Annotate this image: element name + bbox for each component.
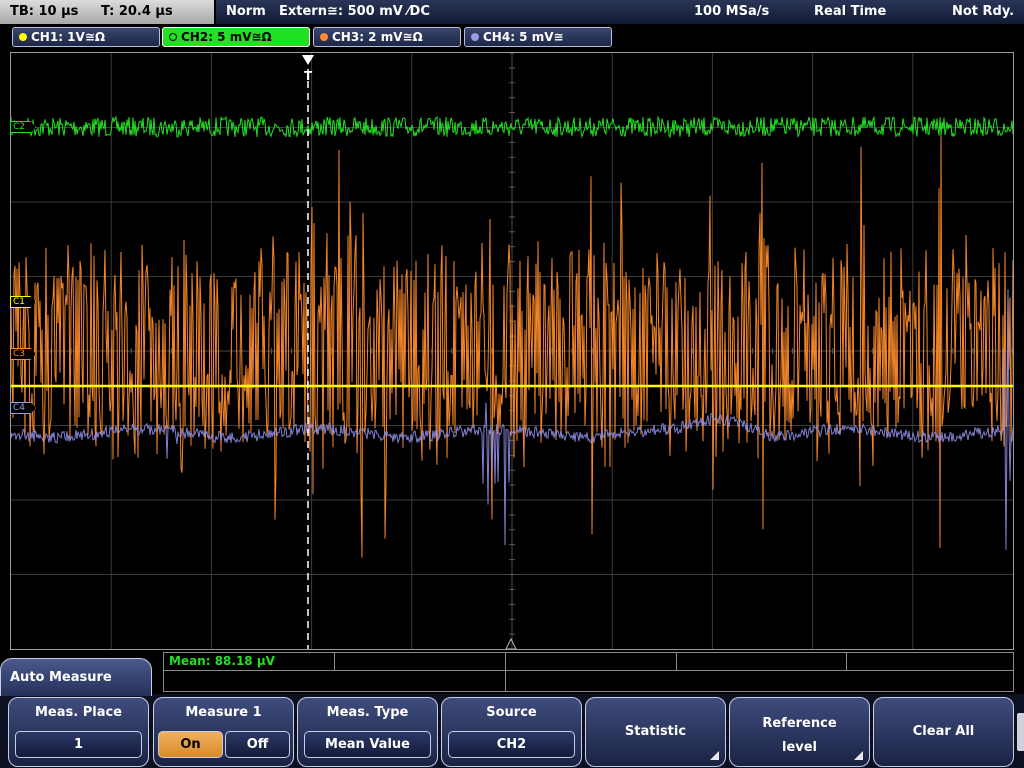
tab-ch1[interactable]: CH1: 1V≅Ω <box>12 27 160 47</box>
tab-ch3[interactable]: CH3: 2 mV≅Ω <box>313 27 461 47</box>
waveform-display[interactable]: T C2 C1 C3 C4 <box>10 52 1014 650</box>
ch1-label: CH1: 1V≅Ω <box>31 30 106 44</box>
divider <box>846 653 847 671</box>
trigger-setting-label[interactable]: Extern≅: 500 mV ⁄DC <box>279 0 430 24</box>
top-status-bar: TB: 10 µs T: 20.4 µs Norm Extern≅: 500 m… <box>0 0 1024 24</box>
measurement-results: Mean: 88.18 µV <box>163 652 1014 692</box>
ch4-label: CH4: 5 mV≅ <box>483 30 564 44</box>
measure1-off-button[interactable]: Off <box>225 731 290 758</box>
reference-level-line1: Reference <box>762 716 837 731</box>
ch2-label: CH2: 5 mV≅Ω <box>181 30 272 44</box>
acquisition-status-strip: Norm Extern≅: 500 mV ⁄DC 100 MSa/s Real … <box>216 0 1024 24</box>
submenu-corner-icon <box>710 751 719 760</box>
realtime-label: Real Time <box>814 4 887 19</box>
measurement-row: Mean: 88.18 µV <box>164 653 1013 671</box>
trigger-t-icon: T <box>304 69 313 83</box>
meas-place-title: Meas. Place <box>34 705 122 720</box>
measure1-softkey[interactable]: Measure 1 On Off <box>153 697 294 767</box>
meas-place-value[interactable]: 1 <box>15 731 142 758</box>
reference-level-line2: level <box>781 740 818 755</box>
meas-place-softkey[interactable]: Meas. Place 1 <box>8 697 149 767</box>
menu-scroll-handle[interactable] <box>1017 713 1024 751</box>
sample-rate-label: 100 MSa/s <box>694 4 770 19</box>
menu-title: Auto Measure <box>0 658 152 696</box>
measure1-on-button[interactable]: On <box>158 731 223 758</box>
waveform-canvas[interactable]: T <box>11 53 1013 649</box>
ch3-label: CH3: 2 mV≅Ω <box>332 30 423 44</box>
trigger-status-label: Not Rdy. <box>952 4 1015 19</box>
source-softkey[interactable]: Source CH2 <box>441 697 582 767</box>
submenu-corner-icon <box>854 751 863 760</box>
divider <box>676 653 677 671</box>
ch3-color-dot <box>320 33 328 41</box>
ch2-color-dot <box>169 33 177 41</box>
meas-type-softkey[interactable]: Meas. Type Mean Value <box>297 697 438 767</box>
divider <box>505 671 506 691</box>
clear-all-softkey[interactable]: Clear All <box>873 697 1014 767</box>
clear-all-title: Clear All <box>912 724 975 739</box>
trigger-position-marker[interactable] <box>302 55 314 65</box>
source-title: Source <box>486 705 537 720</box>
divider <box>334 653 335 671</box>
tab-ch2[interactable]: CH2: 5 mV≅Ω <box>162 27 310 47</box>
meas-type-title: Meas. Type <box>326 705 409 720</box>
tab-ch4[interactable]: CH4: 5 mV≅ <box>464 27 612 47</box>
reference-level-title: Reference level <box>730 712 869 760</box>
divider <box>505 653 506 671</box>
timebase-label: TB: 10 µs <box>10 4 79 19</box>
channel-tabs: CH1: 1V≅Ω CH2: 5 mV≅Ω CH3: 2 mV≅Ω CH4: 5… <box>0 27 1024 47</box>
measure1-title: Measure 1 <box>185 705 262 720</box>
trigger-time-label: T: 20.4 µs <box>100 4 173 19</box>
reference-level-softkey[interactable]: Reference level <box>729 697 870 767</box>
statistic-softkey[interactable]: Statistic <box>585 697 726 767</box>
timebase-box[interactable]: TB: 10 µs T: 20.4 µs <box>0 0 214 24</box>
statistic-title: Statistic <box>624 724 687 739</box>
ch4-color-dot <box>471 33 479 41</box>
mean-result: Mean: 88.18 µV <box>169 654 275 668</box>
acq-mode-label[interactable]: Norm <box>226 0 266 24</box>
source-value[interactable]: CH2 <box>448 731 575 758</box>
center-marker-icon <box>505 637 517 649</box>
meas-type-value[interactable]: Mean Value <box>304 731 431 758</box>
ch1-color-dot <box>19 33 27 41</box>
